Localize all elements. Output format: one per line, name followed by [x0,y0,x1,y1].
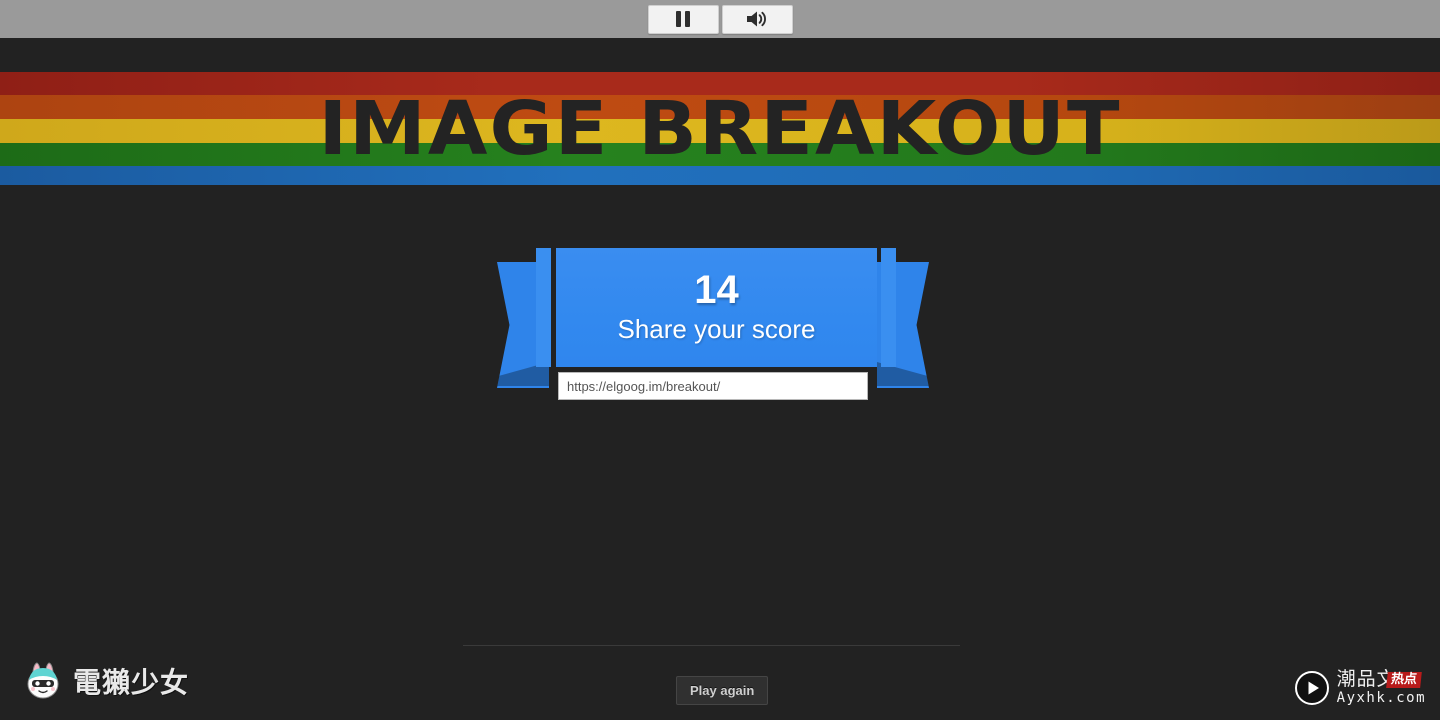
pause-button[interactable] [647,4,719,34]
top-control-bar [0,0,1440,38]
pause-icon [676,11,690,27]
watermark-left-text: 電獺少女 [73,666,190,699]
play-circle-icon [1294,670,1329,705]
watermark-left: 電獺少女 [20,658,189,704]
watermark-right: 潮品文 热点 Ayxhk.com [1294,669,1426,706]
watermark-right-text-stack: 潮品文 热点 Ayxhk.com [1336,669,1426,706]
play-again-button[interactable]: Play again [676,676,769,705]
score-value: 14 [694,268,739,312]
page-title: IMAGE BREAKOUT [318,85,1122,172]
share-url-input[interactable] [558,372,868,400]
volume-button[interactable] [721,4,793,34]
ribbon-strip-right [881,248,896,367]
watermark-right-domain: Ayxhk.com [1336,689,1426,706]
game-title-banner: IMAGE BREAKOUT [0,72,1440,185]
game-page: IMAGE BREAKOUT 14 Share your score Play … [0,0,1440,720]
watermark-right-row: 潮品文 热点 [1337,669,1426,690]
footer-divider [463,645,960,646]
watermark-right-badge: 热点 [1385,672,1422,688]
mascot-avatar-icon [20,658,66,704]
ribbon-strip-left [536,248,551,367]
speaker-volume-icon [745,10,769,28]
ribbon-body: 14 Share your score [556,248,877,367]
share-score-label: Share your score [617,314,816,344]
share-score-card: 14 Share your score [497,248,929,400]
